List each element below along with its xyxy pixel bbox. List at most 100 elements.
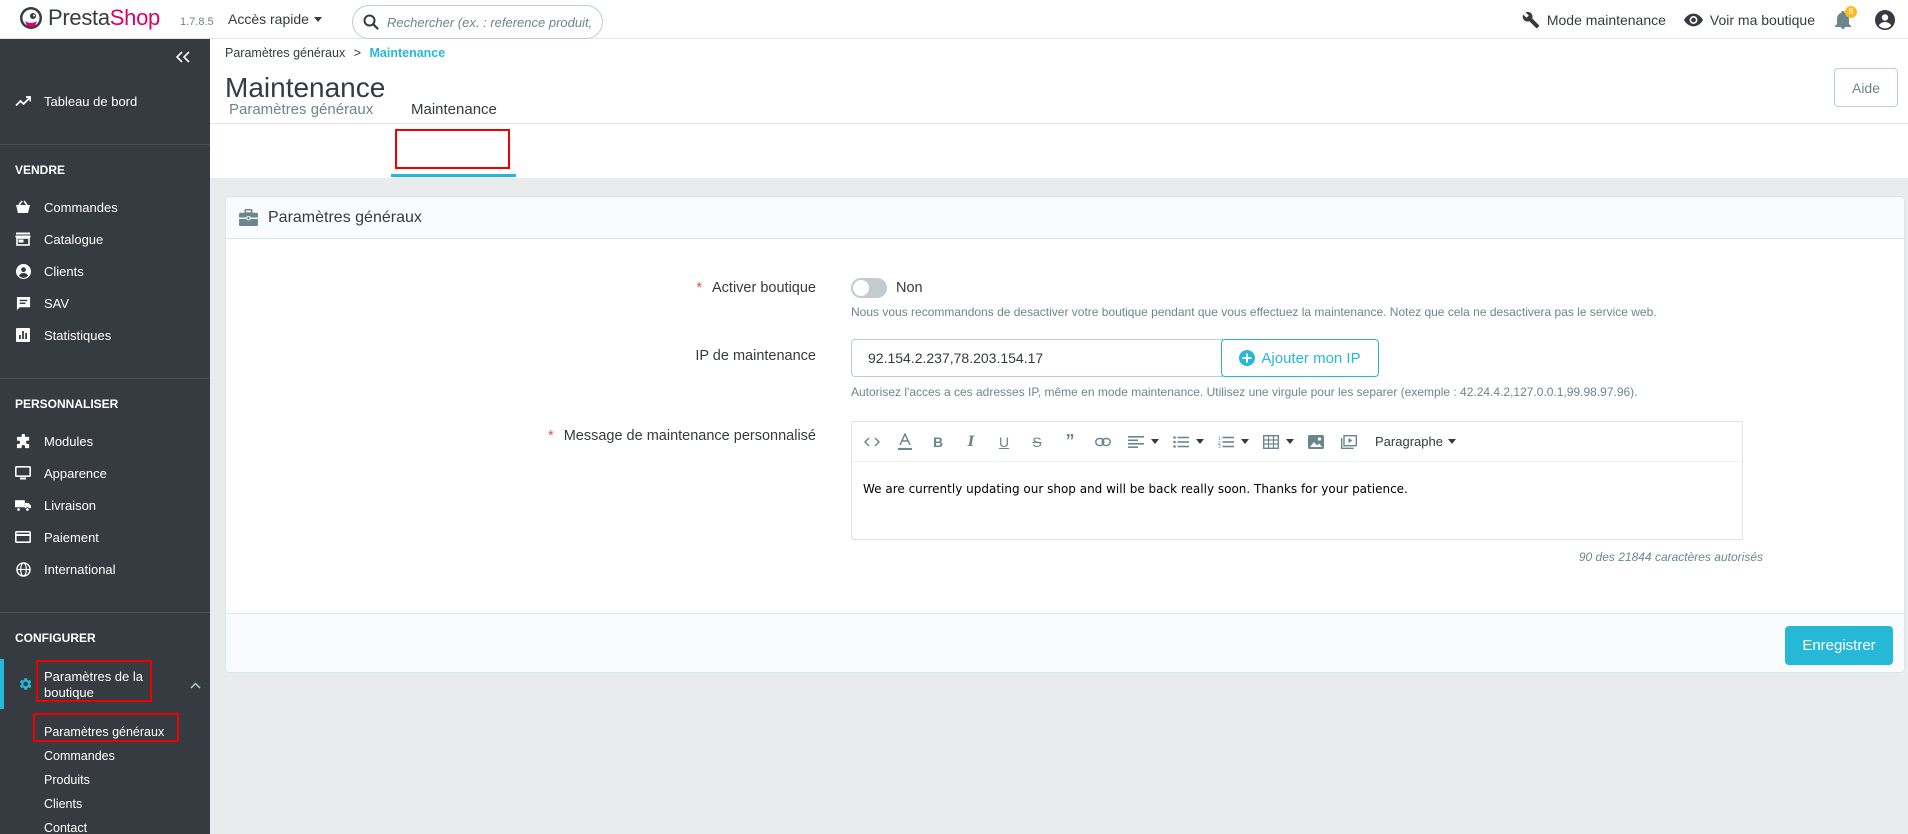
align-left-icon <box>1125 431 1147 453</box>
sidebar-item-label: Livraison <box>44 497 97 513</box>
shop-enable-toggle[interactable] <box>851 278 887 298</box>
search-box[interactable] <box>352 5 603 39</box>
sidebar-item-label: Clients <box>44 263 84 279</box>
maintenance-mode-label: Mode maintenance <box>1546 11 1666 28</box>
tab-general[interactable]: Paramètres généraux <box>229 101 373 118</box>
sidebar-item-label: Catalogue <box>44 231 104 247</box>
gear-icon <box>17 676 33 692</box>
desktop-icon <box>15 466 31 480</box>
sidebar-item-dashboard[interactable]: Tableau de bord <box>0 85 210 117</box>
source-code-icon[interactable] <box>861 431 883 453</box>
employee-avatar-button[interactable] <box>1875 9 1895 30</box>
maintenance-ip-input[interactable] <box>851 339 1223 377</box>
maintenance-message-label: * Message de maintenance personnalisé <box>548 428 816 444</box>
tab-maintenance[interactable]: Maintenance <box>411 101 497 118</box>
sidebar-item-label: Modules <box>44 433 94 449</box>
save-button[interactable]: Enregistrer <box>1785 626 1893 665</box>
sidebar-item-stats[interactable]: Statistiques <box>0 319 210 351</box>
table-dropdown[interactable] <box>1260 431 1294 453</box>
required-asterisk: * <box>548 428 554 444</box>
submenu-item-orders[interactable]: Commandes <box>44 749 115 763</box>
table-icon <box>1260 431 1282 453</box>
sidebar-item-customers[interactable]: Clients <box>0 255 210 287</box>
notification-count-badge: 8 <box>1845 5 1857 18</box>
view-shop-link[interactable]: Voir ma boutique <box>1683 11 1815 28</box>
caret-down-icon <box>1241 439 1249 444</box>
help-button[interactable]: Aide <box>1834 68 1898 107</box>
notifications-button[interactable]: 8 <box>1835 5 1857 29</box>
header-right-links: Mode maintenance Voir ma boutique 8 <box>1522 0 1908 39</box>
maintenance-mode-link[interactable]: Mode maintenance <box>1522 11 1666 29</box>
sidebar: Tableau de bord VENDRE Commandes Catalog… <box>0 39 210 834</box>
media-icon[interactable] <box>1338 431 1360 453</box>
submenu-item-general[interactable]: Paramètres généraux <box>44 725 164 739</box>
sidebar-item-shipping[interactable]: Livraison <box>0 489 210 521</box>
chat-icon <box>15 296 31 311</box>
view-shop-label: Voir ma boutique <box>1709 11 1815 28</box>
format-dropdown[interactable]: Paragraphe <box>1375 434 1456 449</box>
sidebar-item-modules[interactable]: Modules <box>0 425 210 457</box>
sidebar-item-international[interactable]: International <box>0 553 210 585</box>
sidebar-item-orders[interactable]: Commandes <box>0 191 210 223</box>
tab-separator <box>210 123 1908 124</box>
format-dropdown-label: Paragraphe <box>1375 434 1443 449</box>
quick-access-label: Accès rapide <box>228 11 309 27</box>
sidebar-divider <box>0 612 210 613</box>
sidebar-item-catalog[interactable]: Catalogue <box>0 223 210 255</box>
brand-part2: Shop <box>109 5 160 30</box>
underline-icon[interactable]: U <box>993 431 1015 453</box>
link-icon[interactable] <box>1092 431 1114 453</box>
caret-down-icon <box>1286 439 1294 444</box>
editor-content[interactable]: We are currently updating our shop and w… <box>852 462 1742 516</box>
add-my-ip-label: Ajouter mon IP <box>1261 349 1361 367</box>
maintenance-ip-label: IP de maintenance <box>695 348 816 364</box>
bullet-list-icon <box>1170 431 1192 453</box>
breadcrumb: Paramètres généraux > Maintenance <box>225 46 445 60</box>
card-header: Paramètres généraux <box>226 197 1904 239</box>
caret-down-icon <box>1151 439 1159 444</box>
sidebar-item-label: Tableau de bord <box>44 93 138 109</box>
maintenance-ip-help: Autorisez l'acces a ces adresses IP, mêm… <box>851 385 1638 399</box>
sidebar-item-payment[interactable]: Paiement <box>0 521 210 553</box>
sidebar-section-customize: PERSONNALISER <box>15 397 119 411</box>
breadcrumb-current: Maintenance <box>369 46 446 60</box>
submenu-item-contact[interactable]: Contact <box>44 821 87 834</box>
maintenance-settings-card: Paramètres généraux * Activer boutique No… <box>225 196 1905 673</box>
blockquote-icon[interactable]: ” <box>1059 431 1081 453</box>
align-dropdown[interactable] <box>1125 431 1159 453</box>
editor-toolbar: B I U S ” 123 Paragraphe <box>852 422 1742 462</box>
sidebar-item-label: Paiement <box>44 529 99 545</box>
card-footer: Enregistrer <box>226 613 1904 672</box>
submenu-item-customers[interactable]: Clients <box>44 797 82 811</box>
sidebar-divider <box>0 378 210 379</box>
credit-card-icon <box>15 531 31 543</box>
breadcrumb-parent[interactable]: Paramètres généraux <box>225 46 345 60</box>
add-my-ip-button[interactable]: Ajouter mon IP <box>1221 339 1379 377</box>
truck-icon <box>15 499 31 512</box>
sidebar-item-customer-service[interactable]: SAV <box>0 287 210 319</box>
quick-access-dropdown[interactable]: Accès rapide <box>228 11 322 27</box>
chevron-up-icon[interactable] <box>190 682 201 689</box>
strikethrough-icon[interactable]: S <box>1026 431 1048 453</box>
account-circle-icon <box>15 263 31 279</box>
italic-icon[interactable]: I <box>960 431 982 453</box>
active-indicator <box>0 659 4 709</box>
search-input[interactable] <box>387 14 592 30</box>
sidebar-item-label: International <box>44 561 116 577</box>
numbered-list-dropdown[interactable]: 123 <box>1215 431 1249 453</box>
sidebar-item-appearance[interactable]: Apparence <box>0 457 210 489</box>
shop-enable-label-text: Activer boutique <box>712 280 816 296</box>
shop-enable-label: * Activer boutique <box>696 280 816 296</box>
text-color-icon[interactable] <box>894 431 916 453</box>
image-icon[interactable] <box>1305 431 1327 453</box>
collapse-sidebar-icon[interactable] <box>176 51 190 63</box>
bullet-list-dropdown[interactable] <box>1170 431 1204 453</box>
sidebar-item-label: Paramètres de la boutique <box>44 669 143 700</box>
sidebar-item-label: Apparence <box>44 465 107 481</box>
rich-text-editor: B I U S ” 123 Paragraphe We are currentl… <box>851 421 1743 540</box>
maintenance-message-label-text: Message de maintenance personnalisé <box>563 428 816 444</box>
prestashop-logo[interactable]: PrestaShop <box>19 5 160 31</box>
user-circle-icon <box>1875 9 1895 30</box>
submenu-item-products[interactable]: Produits <box>44 773 90 787</box>
bold-icon[interactable]: B <box>927 431 949 453</box>
